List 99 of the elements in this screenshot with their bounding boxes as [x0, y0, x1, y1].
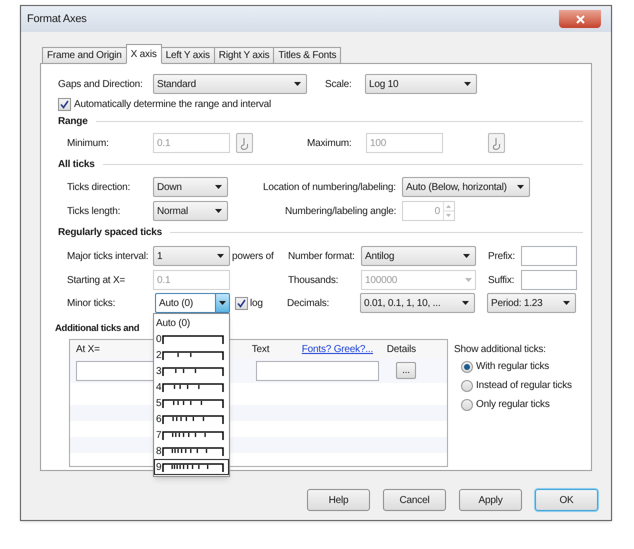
field-label: Number format:: [288, 250, 356, 264]
pick-button[interactable]: [488, 133, 505, 153]
caret-icon: [563, 301, 570, 305]
radio-label: With regular ticks: [476, 360, 550, 374]
section-heading: Regularly spaced ticks: [58, 226, 162, 240]
radio-label: Only regular ticks: [476, 398, 550, 412]
tick-ruler-icon: [162, 334, 224, 344]
dropdown-option[interactable]: 5: [154, 395, 229, 411]
dropdown-option[interactable]: 0: [154, 331, 229, 347]
dropdown[interactable]: Standard: [153, 74, 307, 94]
details-button[interactable]: ...: [396, 362, 416, 380]
input-field[interactable]: [521, 270, 577, 290]
dropdown[interactable]: Auto (Below, horizontal): [402, 177, 530, 197]
dialog-button[interactable]: OK: [535, 489, 598, 511]
tick-ruler-icon: [162, 414, 224, 424]
dropdown-option[interactable]: 7: [154, 427, 229, 443]
tab[interactable]: Right Y axis: [214, 47, 274, 64]
caret-icon: [215, 185, 222, 189]
field-label: powers of: [231, 250, 275, 264]
close-button[interactable]: [559, 10, 601, 28]
checkbox-label: Automatically determine the range and interval: [74, 98, 272, 112]
field-label: Minimum:: [67, 136, 110, 150]
caret-icon: [217, 254, 224, 258]
dropdown-option[interactable]: 6: [154, 411, 229, 427]
radio-label: Instead of regular ticks: [476, 379, 572, 394]
dialog-button[interactable]: Help: [307, 489, 370, 511]
caret-icon: [465, 278, 472, 282]
field-label: Location of numbering/labeling:: [263, 180, 397, 194]
radio-button[interactable]: [461, 360, 473, 373]
tick-ruler-icon: [162, 430, 224, 440]
dropdown[interactable]: Antilog: [361, 246, 476, 266]
input-field[interactable]: [76, 360, 156, 381]
caret-icon: [463, 254, 470, 258]
field-label: Decimals:: [287, 296, 330, 310]
close-icon: [576, 14, 584, 24]
dropdown-option[interactable]: 8: [154, 443, 229, 459]
field-label: Prefix:: [488, 250, 516, 264]
dropdown-option[interactable]: 9: [154, 459, 229, 475]
radio-button[interactable]: [461, 380, 473, 392]
checkbox[interactable]: [235, 296, 248, 310]
dropdown[interactable]: Down: [153, 177, 228, 197]
tab[interactable]: Titles & Fonts: [273, 47, 342, 64]
dropdown-arrow-button[interactable]: [215, 294, 229, 312]
tick-ruler-icon: [162, 398, 224, 408]
column-header: Text: [252, 342, 270, 357]
column-header: At X=: [76, 342, 100, 357]
tick-ruler-icon: [162, 350, 224, 360]
field-label: Numbering/labeling angle:: [285, 204, 398, 218]
field-label: Ticks length:: [67, 204, 122, 218]
tab[interactable]: Left Y axis: [160, 47, 215, 64]
checkbox[interactable]: [58, 98, 71, 110]
field-label: Ticks direction:: [67, 180, 132, 194]
caret-icon: [294, 82, 301, 86]
field-label: Starting at X=: [67, 274, 126, 288]
dropdown[interactable]: Period: 1.23: [487, 293, 576, 313]
tick-ruler-icon: [162, 382, 224, 392]
fonts-link[interactable]: Fonts? Greek?...: [302, 342, 387, 357]
input-field[interactable]: [521, 246, 577, 266]
group-label: Show additional ticks:: [454, 343, 547, 358]
dropdown-option[interactable]: 3: [154, 363, 229, 379]
section-heading: All ticks: [58, 158, 95, 172]
input-field[interactable]: [256, 360, 379, 381]
radio-button[interactable]: [461, 398, 473, 411]
dropdown[interactable]: Normal: [153, 201, 228, 221]
spin-arrows-icon: [443, 202, 454, 220]
hand-icon: [240, 136, 249, 150]
section-heading: Additional ticks and: [55, 322, 140, 336]
caret-icon: [464, 82, 471, 86]
tick-ruler-icon: [162, 462, 224, 472]
dropdown[interactable]: 1: [153, 246, 230, 266]
hand-icon: [492, 136, 501, 150]
tick-ruler-icon: [162, 366, 224, 376]
field-label: Minor ticks:: [67, 296, 116, 310]
field-label: Suffix:: [488, 274, 516, 288]
caret-icon: [219, 301, 226, 305]
dialog-button[interactable]: Apply: [459, 489, 522, 511]
dropdown-option[interactable]: Auto (0): [154, 315, 229, 331]
field-label: Gaps and Direction:: [58, 78, 144, 92]
pick-button[interactable]: [236, 133, 253, 153]
caret-icon: [215, 209, 222, 213]
dropdown[interactable]: Log 10: [365, 74, 477, 94]
field-label: Major ticks interval:: [67, 250, 150, 264]
dropdown[interactable]: Auto (0): [155, 293, 230, 313]
tick-ruler-icon: [162, 446, 224, 456]
caret-icon: [517, 185, 524, 189]
field-label: Scale:: [325, 78, 353, 92]
tab[interactable]: Frame and Origin: [42, 47, 127, 64]
tab[interactable]: X axis: [126, 44, 162, 64]
dropdown-option[interactable]: 2: [154, 347, 229, 363]
dropdown[interactable]: 0.01, 0.1, 1, 10, ...: [360, 293, 475, 313]
dialog-button[interactable]: Cancel: [383, 489, 446, 511]
checkbox-label: log: [249, 296, 264, 310]
section-heading: Range: [58, 115, 88, 129]
window-title: Format Axes: [27, 12, 87, 27]
field-label: Maximum:: [307, 136, 353, 150]
field-label: Thousands:: [288, 274, 340, 288]
caret-icon: [462, 301, 469, 305]
dropdown-option[interactable]: 4: [154, 379, 229, 395]
column-header: Details: [386, 342, 416, 357]
